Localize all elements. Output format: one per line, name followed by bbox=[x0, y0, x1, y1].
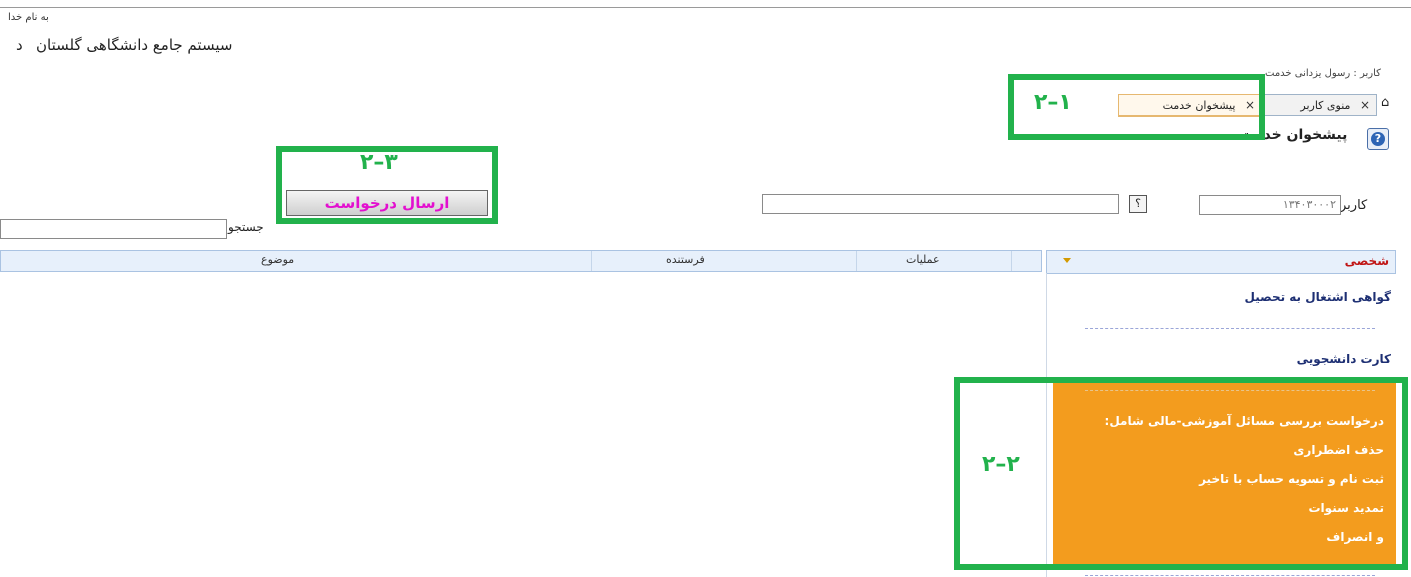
chevron-down-icon[interactable] bbox=[1063, 258, 1071, 263]
user-label: کاربر bbox=[1340, 198, 1368, 213]
search-label: جستجو bbox=[228, 220, 264, 234]
divider bbox=[1085, 328, 1375, 329]
system-title: سیستم جامع دانشگاهی گلستان bbox=[36, 36, 233, 54]
current-user-line: کاربر : رسول یزدانی خدمت bbox=[1265, 68, 1381, 79]
sidebar-header-label: شخصی bbox=[1344, 254, 1389, 268]
sidebar-header[interactable]: شخصی bbox=[1046, 250, 1396, 274]
system-title-tail: د bbox=[16, 36, 23, 54]
tab-user-menu-label: منوی کاربر bbox=[1300, 99, 1351, 112]
column-actions[interactable]: عملیات bbox=[906, 253, 940, 266]
user-code-field[interactable]: ۱۳۴۰۳۰۰۰۲ bbox=[1199, 195, 1341, 215]
column-subject[interactable]: موضوع bbox=[261, 253, 294, 266]
bismillah-text: به نام خدا bbox=[8, 12, 49, 23]
help-icon[interactable]: ? bbox=[1367, 128, 1389, 150]
sidebar-item-enrollment-certificate[interactable]: گواهی اشتغال به تحصیل bbox=[1245, 290, 1391, 304]
search-input[interactable] bbox=[0, 219, 227, 239]
annotation-label-1: ۲–۱ bbox=[1034, 90, 1072, 115]
lookup-button[interactable]: ؟ bbox=[1129, 195, 1147, 213]
close-icon[interactable]: × bbox=[1360, 98, 1370, 112]
grid-header: موضوع فرستنده عملیات bbox=[0, 250, 1042, 272]
column-sender[interactable]: فرستنده bbox=[666, 253, 705, 266]
divider bbox=[1085, 575, 1375, 576]
home-icon[interactable]: ⌂ bbox=[1381, 95, 1389, 110]
annotation-label-3: ۲–۳ bbox=[360, 150, 398, 175]
annotation-label-2: ۲–۲ bbox=[982, 452, 1020, 477]
top-border bbox=[0, 7, 1411, 8]
user-name-field[interactable] bbox=[762, 194, 1119, 214]
tab-user-menu[interactable]: × منوی کاربر bbox=[1263, 94, 1377, 116]
sidebar-item-student-card[interactable]: کارت دانشجویی bbox=[1297, 352, 1391, 366]
annotation-box-2 bbox=[954, 377, 1408, 570]
